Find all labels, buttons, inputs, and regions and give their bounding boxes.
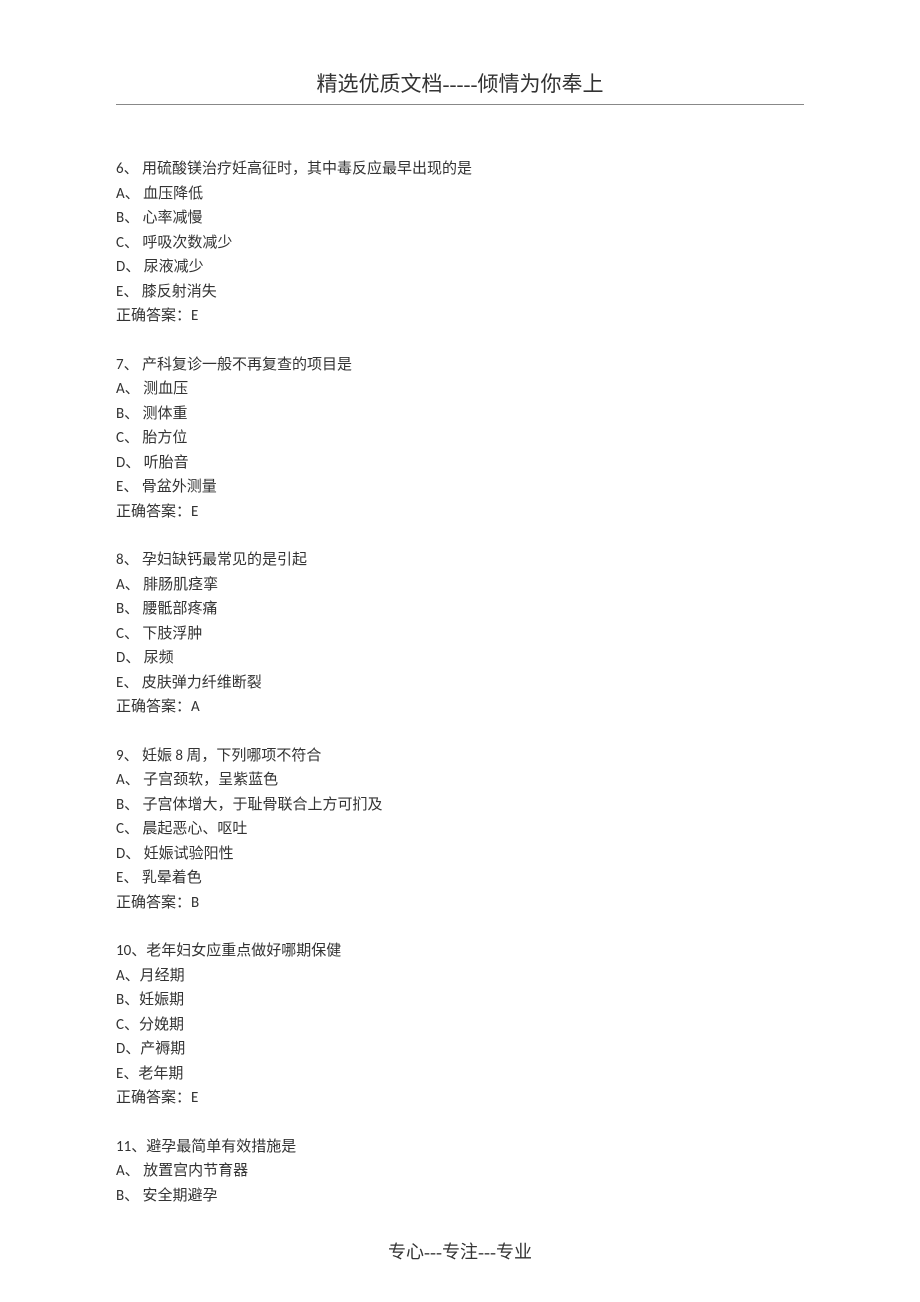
option: D、 尿频 — [116, 646, 804, 671]
question-block: 6、 用硫酸镁治疗妊高征时，其中毒反应最早出现的是 A、 血压降低 B、 心率减… — [116, 157, 804, 329]
option: C、 呼吸次数减少 — [116, 231, 804, 256]
option: A、 腓肠肌痉挛 — [116, 573, 804, 598]
question-text: 7、 产科复诊一般不再复查的项目是 — [116, 353, 804, 378]
option: C、 下肢浮肿 — [116, 622, 804, 647]
page-footer: 专心---专注---专业 — [0, 1238, 920, 1264]
question-text: 11、避孕最简单有效措施是 — [116, 1135, 804, 1160]
option: A、 放置宫内节育器 — [116, 1159, 804, 1184]
answer: 正确答案：E — [116, 304, 804, 329]
option: A、 血压降低 — [116, 182, 804, 207]
option: C、 胎方位 — [116, 426, 804, 451]
option: E、 骨盆外测量 — [116, 475, 804, 500]
option: E、 皮肤弹力纤维断裂 — [116, 671, 804, 696]
question-text: 6、 用硫酸镁治疗妊高征时，其中毒反应最早出现的是 — [116, 157, 804, 182]
option: C、 晨起恶心、呕吐 — [116, 817, 804, 842]
question-block: 7、 产科复诊一般不再复查的项目是 A、 测血压 B、 测体重 C、 胎方位 D… — [116, 353, 804, 525]
answer: 正确答案：B — [116, 891, 804, 916]
page-container: 精选优质文档-----倾情为你奉上 6、 用硫酸镁治疗妊高征时，其中毒反应最早出… — [0, 0, 920, 1208]
question-block: 8、 孕妇缺钙最常见的是引起 A、 腓肠肌痉挛 B、 腰骶部疼痛 C、 下肢浮肿… — [116, 548, 804, 720]
option: B、妊娠期 — [116, 988, 804, 1013]
option: B、 测体重 — [116, 402, 804, 427]
option: C、分娩期 — [116, 1013, 804, 1038]
option: D、 妊娠试验阳性 — [116, 842, 804, 867]
question-text: 8、 孕妇缺钙最常见的是引起 — [116, 548, 804, 573]
question-text: 9、 妊娠 8 周，下列哪项不符合 — [116, 744, 804, 769]
question-block: 11、避孕最简单有效措施是 A、 放置宫内节育器 B、 安全期避孕 — [116, 1135, 804, 1209]
option: E、 乳晕着色 — [116, 866, 804, 891]
option: D、 尿液减少 — [116, 255, 804, 280]
option: A、 测血压 — [116, 377, 804, 402]
option: B、 子宫体增大，于耻骨联合上方可扪及 — [116, 793, 804, 818]
option: B、 腰骶部疼痛 — [116, 597, 804, 622]
answer: 正确答案：E — [116, 1086, 804, 1111]
option: B、 心率减慢 — [116, 206, 804, 231]
header-underline — [116, 104, 804, 105]
option: A、 子宫颈软，呈紫蓝色 — [116, 768, 804, 793]
question-text: 10、老年妇女应重点做好哪期保健 — [116, 939, 804, 964]
answer: 正确答案：A — [116, 695, 804, 720]
option: B、 安全期避孕 — [116, 1184, 804, 1209]
option: D、产褥期 — [116, 1037, 804, 1062]
option: D、 听胎音 — [116, 451, 804, 476]
option: E、 膝反射消失 — [116, 280, 804, 305]
option: E、老年期 — [116, 1062, 804, 1087]
question-block: 9、 妊娠 8 周，下列哪项不符合 A、 子宫颈软，呈紫蓝色 B、 子宫体增大，… — [116, 744, 804, 916]
content-area: 6、 用硫酸镁治疗妊高征时，其中毒反应最早出现的是 A、 血压降低 B、 心率减… — [116, 157, 804, 1208]
option: A、月经期 — [116, 964, 804, 989]
question-block: 10、老年妇女应重点做好哪期保健 A、月经期 B、妊娠期 C、分娩期 D、产褥期… — [116, 939, 804, 1111]
answer: 正确答案：E — [116, 500, 804, 525]
page-header: 精选优质文档-----倾情为你奉上 — [116, 68, 804, 98]
